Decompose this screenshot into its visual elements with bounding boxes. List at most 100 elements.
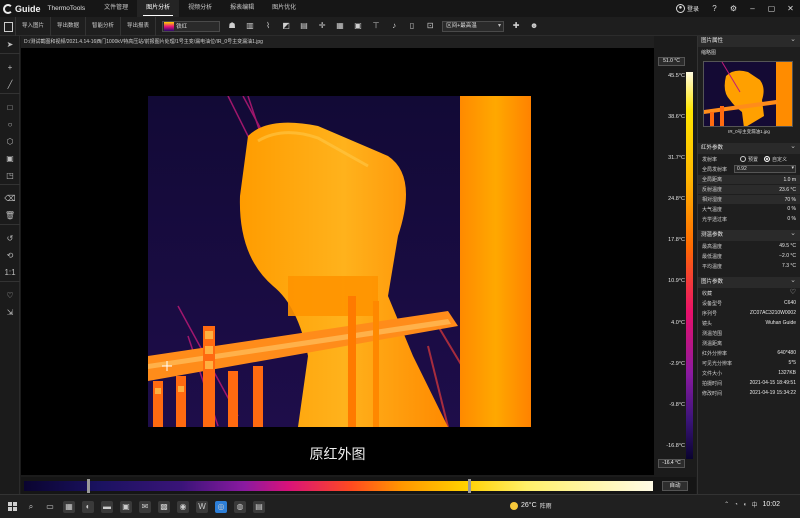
param-row: 大气温度 0 %: [698, 204, 800, 214]
info-value: 640*480: [777, 350, 796, 356]
param-row[interactable]: 全局距离 1.0 m: [698, 174, 800, 184]
weather-widget[interactable]: 26°C 阵雨: [510, 501, 552, 510]
ellipse-tool-icon[interactable]: ○: [0, 116, 20, 133]
param-key: 全局距离: [702, 177, 723, 183]
info-value: ZC07AC3210W0002: [749, 310, 796, 316]
trash-icon[interactable]: 🗑: [0, 207, 20, 224]
crosshair-icon[interactable]: ✛: [316, 20, 328, 32]
line-chart-icon[interactable]: ⌇: [262, 20, 274, 32]
image-params-header[interactable]: 图片参数: [698, 275, 800, 288]
help-icon[interactable]: ?: [705, 0, 724, 17]
windows-start-icon[interactable]: [8, 501, 18, 512]
taskbar: ⌕ ▭ ▦ ◐ ▬ ▣ ✉ ▩ ◉ W ◎ ◍ ▤ 26°C 阵雨 ⌃ ◔ ◖ …: [0, 494, 800, 518]
menu-report-edit[interactable]: 报表编辑: [221, 0, 263, 17]
close-button[interactable]: ✕: [781, 0, 800, 17]
palette-strip[interactable]: [24, 481, 653, 491]
scale-min-input[interactable]: -16.4 °C: [658, 459, 685, 468]
histogram-icon[interactable]: ▥: [244, 20, 256, 32]
edge-icon[interactable]: ◐: [82, 500, 94, 513]
search-icon[interactable]: ⌕: [25, 501, 37, 513]
preset-radio[interactable]: [740, 156, 746, 162]
trend-icon[interactable]: ◩: [280, 20, 292, 32]
crop-tool-icon[interactable]: ◳: [0, 167, 20, 184]
ir-params-header[interactable]: 红外参数: [698, 141, 800, 154]
login-button[interactable]: ● 登录: [675, 4, 699, 13]
explorer-icon[interactable]: ▤: [253, 500, 265, 513]
table-icon[interactable]: ▤: [298, 20, 310, 32]
scale-tick: -16.8°C: [666, 443, 685, 449]
scale-max-input[interactable]: 51.0 °C: [658, 57, 685, 66]
add-point-icon[interactable]: ✚: [510, 20, 522, 32]
range-low-handle[interactable]: [87, 479, 90, 493]
custom-radio[interactable]: [764, 156, 771, 162]
media-icon[interactable]: ◉: [177, 500, 189, 513]
smart-analysis-button[interactable]: 智能分析: [86, 16, 122, 36]
microphone-icon[interactable]: ♪: [388, 20, 400, 32]
lock-icon[interactable]: ⊡: [424, 20, 436, 32]
palette-select[interactable]: 铁红: [162, 20, 221, 32]
task-view-icon[interactable]: ▭: [44, 501, 56, 513]
people-icon[interactable]: ☻: [528, 20, 540, 32]
param-row[interactable]: 反射温度 23.6 °C: [698, 184, 800, 194]
actual-size-icon[interactable]: 1:1: [0, 264, 20, 281]
palette-tool-icon[interactable]: ☗: [226, 20, 238, 32]
text-icon[interactable]: ⊤: [370, 20, 382, 32]
document-icon[interactable]: ▯: [406, 20, 418, 32]
layout-icon[interactable]: ▣: [352, 20, 364, 32]
param-key: 反射温度: [702, 187, 723, 193]
app-icon[interactable]: ▩: [158, 500, 170, 513]
clock[interactable]: 10:02: [762, 501, 780, 508]
export-icon[interactable]: ⇲: [0, 304, 20, 321]
global-emissivity-select[interactable]: 0.92: [734, 165, 796, 173]
shield-icon[interactable]: ♡: [0, 287, 20, 304]
word-icon[interactable]: W: [196, 500, 208, 513]
export-report-button[interactable]: 导出报表: [121, 16, 157, 36]
eraser-icon[interactable]: ⌫: [0, 190, 20, 207]
folder-icon[interactable]: ▬: [101, 500, 113, 513]
thermotools-taskbar-icon[interactable]: ◎: [215, 500, 227, 513]
line-tool-icon[interactable]: ╱: [0, 76, 20, 93]
point-tool-icon[interactable]: +: [0, 59, 20, 76]
tray-chevron-icon[interactable]: ⌃: [724, 501, 729, 508]
network-icon[interactable]: ◔: [734, 502, 738, 508]
chrome-icon[interactable]: ◍: [234, 500, 246, 513]
settings-icon[interactable]: ⚙: [724, 0, 743, 17]
scale-tick: 4.0°C: [671, 320, 685, 326]
reset-icon[interactable]: ⟲: [0, 247, 20, 264]
auto-button[interactable]: 自动: [662, 481, 688, 491]
import-image-button[interactable]: 导入图片: [16, 16, 52, 36]
region-tool-icon[interactable]: ▣: [0, 150, 20, 167]
param-row[interactable]: 相对湿度 70 %: [698, 194, 800, 204]
thumbnail[interactable]: [703, 61, 793, 127]
export-data-button[interactable]: 导出数据: [51, 16, 87, 36]
heart-icon[interactable]: ♡: [790, 289, 796, 296]
files-app-icon[interactable]: ▦: [63, 500, 75, 513]
rotate-icon[interactable]: ↺: [0, 230, 20, 247]
rectangle-tool-icon[interactable]: □: [0, 99, 20, 116]
save-icon[interactable]: [0, 16, 16, 36]
menu-image-optimize[interactable]: 图片优化: [263, 0, 305, 17]
menu-video-analysis[interactable]: 视频分析: [179, 0, 221, 17]
mail-icon[interactable]: ✉: [139, 500, 151, 513]
color-scale-bar[interactable]: [686, 72, 693, 459]
thermal-image[interactable]: [148, 96, 531, 427]
menu-image-analysis[interactable]: 图片分析: [137, 0, 180, 17]
minimize-button[interactable]: –: [743, 0, 762, 17]
store-icon[interactable]: ▣: [120, 500, 132, 513]
param-key: 相对湿度: [702, 197, 723, 203]
app-name: ThermoTools: [47, 5, 86, 12]
grid-icon[interactable]: ▦: [334, 20, 346, 32]
input-language[interactable]: 中: [751, 500, 757, 509]
menu-file-management[interactable]: 文件管理: [95, 0, 137, 17]
temp-params-header[interactable]: 测温参数: [698, 228, 800, 241]
info-key: 拍摄时间: [702, 380, 723, 387]
image-canvas[interactable]: 原红外图: [21, 48, 654, 475]
maximize-button[interactable]: ▢: [762, 0, 781, 17]
pointer-tool-icon[interactable]: ➤: [0, 36, 20, 53]
range-high-handle[interactable]: [468, 479, 471, 493]
info-value: 2021-04-15 18:49:51: [749, 380, 796, 386]
measure-mode-select[interactable]: 区间+最高温: [442, 20, 505, 32]
volume-icon[interactable]: ◖: [743, 502, 747, 508]
polygon-tool-icon[interactable]: ⬡: [0, 133, 20, 150]
user-icon: ●: [675, 4, 685, 13]
